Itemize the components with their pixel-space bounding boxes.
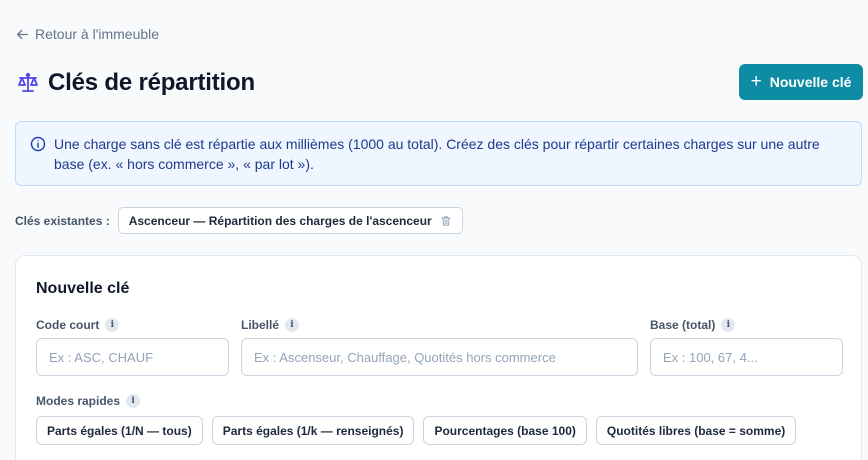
page-header: Clés de répartition [16,69,255,97]
code-input[interactable] [36,338,229,376]
key-chip[interactable]: Ascenceur — Répartition des charges de l… [117,207,463,234]
trash-icon[interactable] [440,215,452,227]
code-label: Code court i [36,318,120,332]
info-icon[interactable]: i [721,318,736,332]
mode-percent-button[interactable]: Pourcentages (base 100) [423,416,587,445]
arrow-left-icon [16,29,29,39]
info-text: Une charge sans clé est répartie aux mil… [54,136,820,172]
mode-equal-filled-button[interactable]: Parts égales (1/k — renseignés) [211,416,415,445]
code-label-text: Code court [36,318,100,332]
back-link[interactable]: Retour à l'immeuble [16,26,159,42]
new-key-button[interactable]: + Nouvelle clé [739,64,863,100]
info-icon[interactable]: i [285,318,300,332]
quick-modes: Parts égales (1/N — tous) Parts égales (… [36,416,797,445]
base-label-text: Base (total) [650,318,716,332]
base-label: Base (total) i [650,318,736,332]
existing-keys-label: Clés existantes : [15,213,110,228]
info-icon[interactable]: i [126,394,141,408]
scale-icon [16,71,40,95]
libelle-input[interactable] [241,338,638,376]
mode-free-button[interactable]: Quotités libres (base = somme) [595,416,797,445]
modes-label-text: Modes rapides [36,394,121,408]
modes-label: Modes rapides i [36,394,141,408]
back-link-label: Retour à l'immeuble [35,26,160,42]
key-chip-label: Ascenceur — Répartition des charges de l… [128,213,432,228]
info-banner: Une charge sans clé est répartie aux mil… [15,121,862,186]
new-key-form: Nouvelle clé Code court i Libellé i Base… [15,255,862,460]
page-title: Clés de répartition [48,69,255,96]
libelle-label-text: Libellé [241,318,280,332]
mode-equal-all-button[interactable]: Parts égales (1/N — tous) [36,416,203,445]
existing-keys: Clés existantes : Ascenceur — Répartitio… [15,207,463,234]
plus-icon: + [750,70,762,92]
base-input[interactable] [650,338,843,376]
libelle-label: Libellé i [241,318,300,332]
new-key-button-label: Nouvelle clé [769,74,852,90]
info-circle-icon [30,136,46,152]
info-icon[interactable]: i [105,318,120,332]
form-title: Nouvelle clé [36,280,130,297]
